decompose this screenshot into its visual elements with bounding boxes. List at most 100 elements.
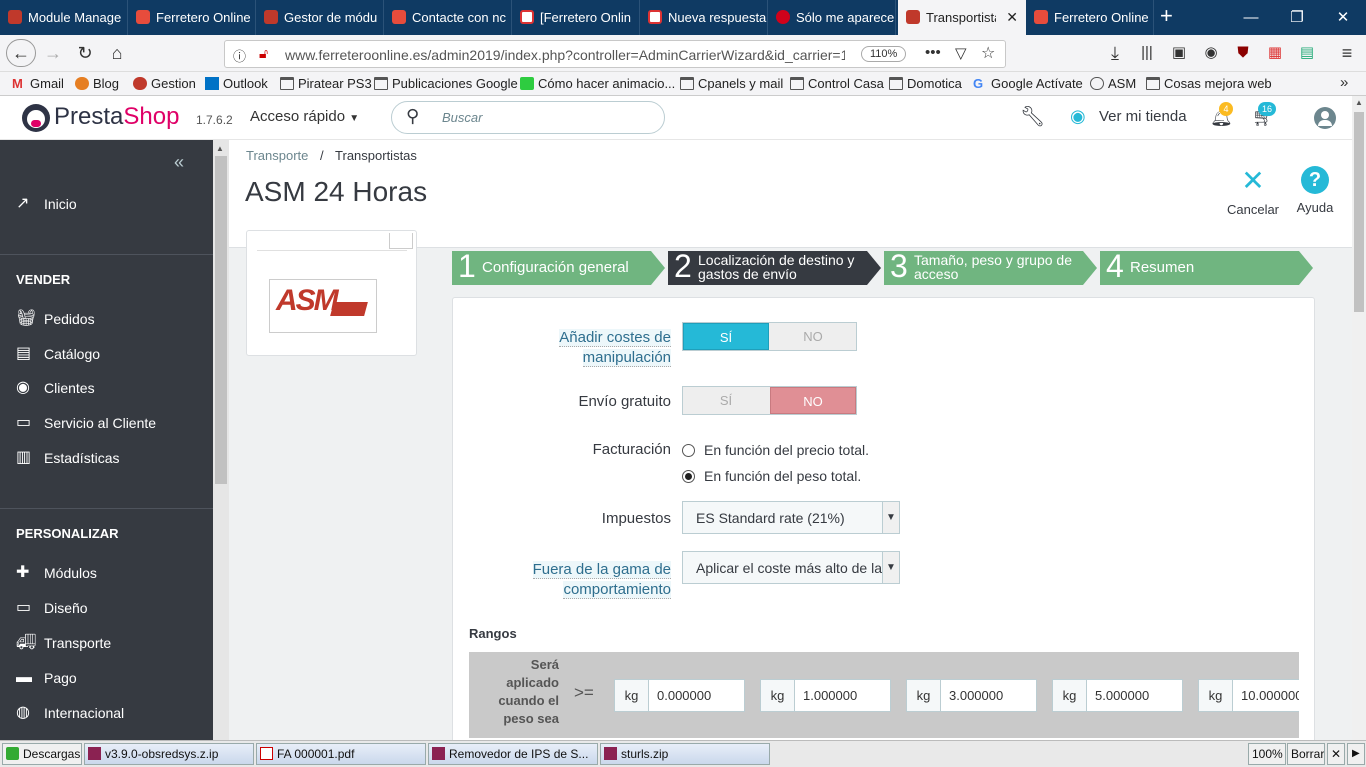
sidebar-item-inicio[interactable]: ↗ Inicio — [16, 196, 77, 213]
view-store-link[interactable]: Ver mi tienda — [1099, 108, 1187, 125]
pocket-icon[interactable]: ▽ — [955, 44, 967, 62]
search-input[interactable]: ⚲ Buscar — [391, 101, 665, 134]
extension-icon[interactable]: ▦ — [1260, 39, 1290, 67]
scrollbar-thumb[interactable] — [1354, 112, 1364, 312]
browser-tab[interactable]: Contacte con nc — [384, 0, 512, 35]
home-icon[interactable]: ⌂ — [102, 39, 132, 67]
sidebar-item-pedidos[interactable]: 🧺︎ Pedidos — [16, 311, 95, 328]
cancel-button[interactable]: ✕ Cancelar — [1225, 166, 1281, 218]
range-input[interactable]: kg 1.000000 — [760, 679, 891, 712]
download-item[interactable]: v3.9.0-obsredsys.z.ip — [84, 743, 254, 765]
bookmark-outlook[interactable]: Outlook — [205, 76, 268, 91]
sidebar-item-estadisticas[interactable]: ▥ Estadísticas — [16, 450, 119, 467]
range-input[interactable]: kg 3.000000 — [906, 679, 1037, 712]
range-input[interactable]: kg 0.000000 — [614, 679, 745, 712]
wrench-icon[interactable]: 🔧︎ — [1020, 104, 1045, 129]
bookmark-google[interactable]: G Google Actívate — [973, 76, 1083, 91]
sidebar-item-diseno[interactable]: ▭ Diseño — [16, 600, 88, 617]
tax-select[interactable]: ES Standard rate (21%) ▼ — [682, 501, 900, 534]
page-actions-icon[interactable]: ••• — [925, 44, 941, 61]
bookmark-gmail[interactable]: M Gmail — [12, 76, 64, 91]
menu-icon[interactable]: ≡ — [1332, 39, 1362, 67]
bookmark-folder[interactable]: Cosas mejora web — [1146, 76, 1272, 91]
quick-access-dropdown[interactable]: Acceso rápido ▼ — [250, 108, 359, 125]
url-bar[interactable]: ⓘ 🔓︎ www.ferreteroonline.es/admin2019/in… — [224, 40, 1006, 68]
bookmark-gestion[interactable]: Gestion — [133, 76, 196, 91]
download-item[interactable]: sturls.zip — [600, 743, 770, 765]
billing-weight-radio[interactable]: En función del peso total. — [682, 468, 861, 484]
handling-toggle[interactable]: SÍ NO — [682, 322, 857, 351]
help-button[interactable]: ? Ayuda — [1293, 166, 1337, 215]
new-tab-icon[interactable]: + — [1160, 3, 1173, 29]
out-of-range-select[interactable]: Aplicar el coste más alto de la gama ▼ — [682, 551, 900, 584]
billing-price-radio[interactable]: En función del precio total. — [682, 442, 869, 458]
minimize-icon[interactable]: — — [1228, 0, 1274, 35]
downloads-button[interactable]: Descargas — [2, 743, 82, 765]
insecure-lock-icon[interactable]: 🔓︎ — [259, 45, 268, 62]
employee-avatar-icon[interactable] — [1314, 107, 1336, 129]
bookmark-asm[interactable]: ASM — [1090, 76, 1136, 91]
forward-icon[interactable]: → — [38, 39, 68, 67]
more-bookmarks-icon[interactable]: » — [1340, 74, 1348, 91]
browser-tab[interactable]: Module Manage — [0, 0, 128, 35]
sidebar-item-pago[interactable]: ▬ Pago — [16, 670, 77, 687]
sidebar-item-catalogo[interactable]: ▤ Catálogo — [16, 346, 100, 363]
sidebar-scrollbar[interactable]: ▲ — [213, 140, 229, 740]
collapse-sidebar-icon[interactable]: « — [174, 152, 184, 173]
close-tab-icon[interactable]: ✕ — [1006, 0, 1018, 35]
back-icon[interactable]: ← — [6, 39, 36, 67]
range-input[interactable]: kg 5.000000 — [1052, 679, 1183, 712]
bookmark-folder[interactable]: Piratear PS3 — [280, 76, 372, 91]
browser-tab[interactable]: Sólo me aparece — [768, 0, 896, 35]
browser-tab[interactable]: Ferretero Online — [128, 0, 256, 35]
scrollbar-thumb[interactable] — [215, 156, 227, 484]
reload-icon[interactable]: ↻ — [70, 39, 100, 67]
account-icon[interactable]: ◉ — [1196, 39, 1226, 67]
card-toggle[interactable] — [389, 233, 413, 249]
downloads-icon[interactable]: ⤓ — [1100, 39, 1130, 67]
sidebar-icon[interactable]: ▣ — [1164, 39, 1194, 67]
wizard-step-3[interactable]: 3 Tamaño, peso y grupo de acceso — [884, 249, 1097, 285]
bookmark-folder[interactable]: Cpanels y mail — [680, 76, 783, 91]
browser-tab[interactable]: Gestor de módu — [256, 0, 384, 35]
bookmark-blog[interactable]: Blog — [75, 76, 119, 91]
sidebar-item-modulos[interactable]: ✚ Módulos — [16, 565, 97, 582]
restore-icon[interactable]: ❐ — [1274, 0, 1320, 35]
close-downloads-icon[interactable]: ✕ — [1327, 743, 1345, 765]
handling-yes-option[interactable]: SÍ — [683, 323, 769, 350]
download-item[interactable]: FA 000001.pdf — [256, 743, 426, 765]
free-shipping-no-option[interactable]: NO — [770, 387, 856, 414]
wizard-step-2-active[interactable]: 2 Localización de destino y gastos de env… — [668, 249, 881, 285]
zoom-level[interactable]: 110% — [861, 46, 907, 62]
bookmark-folder[interactable]: Publicaciones Google — [374, 76, 518, 91]
bookmark-folder[interactable]: Control Casa — [790, 76, 884, 91]
library-icon[interactable]: ||| — [1132, 39, 1162, 67]
wizard-step-4[interactable]: 4 Resumen — [1100, 249, 1313, 285]
bookmark-animacion[interactable]: Cómo hacer animacio... — [520, 76, 675, 91]
sidebar-item-clientes[interactable]: ◉ Clientes — [16, 380, 95, 397]
download-item[interactable]: Removedor de IPS de S... — [428, 743, 598, 765]
sidebar-item-internacional[interactable]: ◍ Internacional — [16, 705, 124, 722]
range-input[interactable]: kg 10.000000 — [1198, 679, 1299, 712]
bookmark-folder[interactable]: Domotica — [889, 76, 962, 91]
bookmark-star-icon[interactable]: ☆ — [981, 43, 995, 63]
sidebar-item-transporte[interactable]: 🚚︎ Transporte — [16, 635, 111, 652]
browser-tab-active[interactable]: Transportista ✕ — [898, 0, 1026, 35]
browser-tab[interactable]: Nueva respuesta — [640, 0, 768, 35]
info-icon[interactable]: ⓘ — [233, 46, 246, 65]
browser-tab[interactable]: [Ferretero Onlin — [512, 0, 640, 35]
ublock-icon[interactable]: ⛊ — [1228, 39, 1258, 67]
status-zoom[interactable]: 100% — [1248, 743, 1286, 765]
page-scrollbar[interactable]: ▲ — [1352, 96, 1366, 740]
browser-tab[interactable]: Ferretero Online — [1026, 0, 1154, 35]
scroll-downloads-icon[interactable]: ▶ — [1347, 743, 1365, 765]
prestashop-logo[interactable]: PrestaShop — [54, 103, 179, 131]
free-shipping-yes-option[interactable]: SÍ — [683, 387, 769, 414]
clear-button[interactable]: Borrar — [1287, 743, 1325, 765]
close-window-icon[interactable]: ✕ — [1320, 0, 1366, 35]
extension-green-icon[interactable]: ▤ — [1292, 39, 1322, 67]
breadcrumb-link[interactable]: Transporte — [246, 148, 308, 163]
wizard-step-1[interactable]: 1 Configuración general — [452, 249, 665, 285]
free-shipping-toggle[interactable]: SÍ NO — [682, 386, 857, 415]
sidebar-item-servicio[interactable]: ▭ Servicio al Cliente — [16, 415, 156, 432]
